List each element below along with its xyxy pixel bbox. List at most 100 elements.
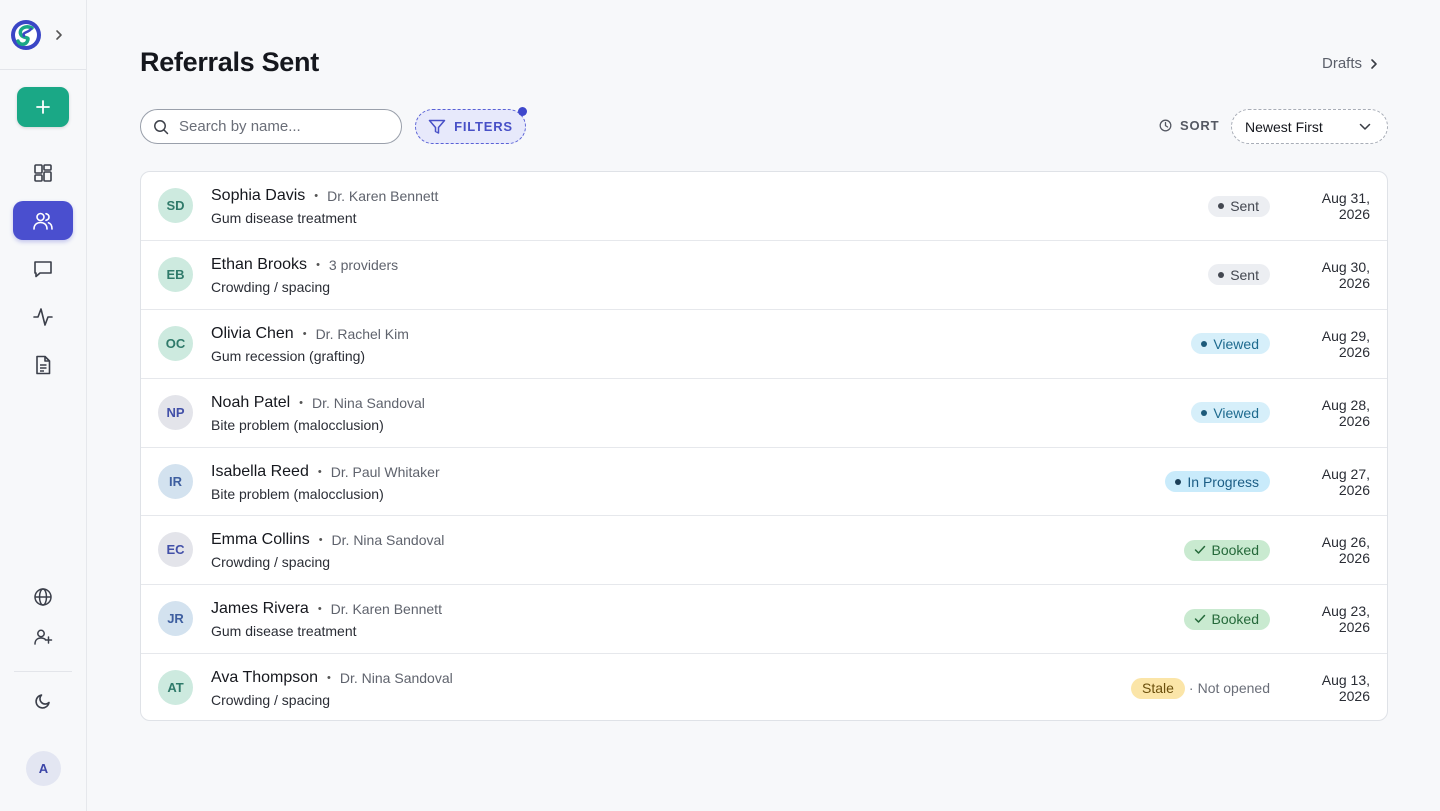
referral-reason: Bite problem (malocclusion) bbox=[211, 416, 384, 433]
referral-row[interactable]: AT Ava Thompson • Dr. Nina Sandoval Crow… bbox=[141, 654, 1387, 720]
status-note-separator: · bbox=[1188, 680, 1194, 697]
expand-sidebar-icon[interactable] bbox=[52, 27, 66, 43]
referral-row[interactable]: EC Emma Collins • Dr. Nina Sandoval Crow… bbox=[141, 516, 1387, 586]
sort-label-text: SORT bbox=[1180, 118, 1220, 133]
separator-dot: • bbox=[318, 534, 323, 547]
check-icon bbox=[1194, 546, 1205, 555]
referral-reason: Crowding / spacing bbox=[211, 554, 331, 571]
patient-avatar: JR bbox=[158, 601, 193, 637]
status-label: Booked bbox=[1211, 542, 1259, 559]
referral-reason: Crowding / spacing bbox=[211, 278, 331, 295]
page-title: Referrals Sent bbox=[140, 47, 319, 77]
provider-name: Dr. Rachel Kim bbox=[315, 325, 409, 342]
filter-icon bbox=[428, 119, 446, 134]
status-badge: Viewed bbox=[1191, 402, 1270, 424]
moon-icon bbox=[35, 693, 50, 709]
referral-reason: Gum disease treatment bbox=[211, 210, 357, 226]
users-icon bbox=[33, 212, 53, 230]
nav-documents[interactable] bbox=[13, 345, 73, 384]
dashboard-icon bbox=[34, 163, 52, 182]
row-meta: Viewed Aug 29, 2026 bbox=[1191, 310, 1370, 378]
row-meta: In Progress Aug 27, 2026 bbox=[1165, 448, 1370, 516]
status-dot bbox=[1201, 340, 1208, 347]
separator-dot: • bbox=[316, 258, 320, 271]
referral-row[interactable]: IR Isabella Reed • Dr. Paul Whitaker Bit… bbox=[141, 448, 1387, 517]
status-badge: Booked bbox=[1183, 608, 1270, 630]
row-meta: Booked Aug 26, 2026 bbox=[1183, 516, 1370, 584]
nav-referrals[interactable] bbox=[13, 201, 73, 240]
sort-select[interactable]: Newest First bbox=[1231, 109, 1388, 144]
referral-reason: Bite problem (malocclusion) bbox=[211, 485, 384, 502]
patient-name: Sophia Davis bbox=[211, 187, 306, 204]
sidebar-divider bbox=[0, 69, 86, 70]
filters-button[interactable]: FILTERS bbox=[415, 109, 526, 144]
status-label: In Progress bbox=[1187, 473, 1259, 490]
status-badge: Sent bbox=[1208, 195, 1270, 217]
referral-date: Aug 29, 2026 bbox=[1321, 327, 1370, 360]
status-note: Not opened bbox=[1197, 680, 1270, 697]
provider-name: Dr. Karen Bennett bbox=[327, 188, 439, 204]
patient-avatar: NP bbox=[158, 394, 193, 430]
referral-reason: Crowding / spacing bbox=[211, 692, 331, 709]
patient-line: Emma Collins • Dr. Nina Sandoval bbox=[211, 531, 444, 549]
search-box[interactable] bbox=[140, 109, 402, 144]
referral-date: Aug 13, 2026 bbox=[1321, 672, 1370, 705]
referrals-list: SD Sophia Davis • Dr. Karen Bennett Gum … bbox=[140, 171, 1388, 721]
referral-row[interactable]: JR James Rivera • Dr. Karen Bennett Gum … bbox=[141, 585, 1387, 655]
referral-reason: Gum recession (grafting) bbox=[211, 347, 366, 364]
status-badge: Sent bbox=[1208, 264, 1270, 286]
status-label: Sent bbox=[1230, 198, 1259, 214]
sidebar-divider bbox=[14, 671, 72, 672]
referral-reason: Gum disease treatment bbox=[211, 623, 357, 640]
row-meta: Viewed Aug 28, 2026 bbox=[1191, 379, 1370, 447]
patient-avatar: EB bbox=[158, 256, 193, 292]
row-meta: Stale · Not opened Aug 13, 2026 bbox=[1131, 654, 1370, 720]
drafts-link[interactable]: Drafts bbox=[1322, 55, 1380, 72]
search-input[interactable] bbox=[179, 118, 379, 135]
referral-date: Aug 23, 2026 bbox=[1321, 603, 1370, 636]
status-label: Sent bbox=[1230, 266, 1259, 283]
patient-name: Noah Patel bbox=[211, 393, 291, 411]
activity-icon bbox=[33, 307, 53, 326]
referral-row[interactable]: NP Noah Patel • Dr. Nina Sandoval Bite p… bbox=[141, 379, 1387, 448]
clock-icon bbox=[1159, 119, 1172, 132]
nav-invite-user[interactable] bbox=[13, 617, 73, 656]
nav-dark-mode[interactable] bbox=[13, 681, 73, 720]
patient-name: Olivia Chen bbox=[211, 324, 294, 342]
patient-line: Isabella Reed • Dr. Paul Whitaker bbox=[211, 463, 440, 481]
active-filter-indicator bbox=[518, 107, 527, 116]
patient-line: James Rivera • Dr. Karen Bennett bbox=[211, 600, 442, 618]
nav-messages[interactable] bbox=[13, 249, 73, 288]
app-logo[interactable] bbox=[10, 19, 42, 51]
status-badge: In Progress bbox=[1165, 471, 1270, 493]
sidebar: A bbox=[0, 0, 87, 811]
message-icon bbox=[34, 260, 52, 277]
separator-dot: • bbox=[327, 672, 331, 685]
separator-dot: • bbox=[302, 327, 307, 340]
new-referral-button[interactable] bbox=[17, 87, 69, 127]
status-group: Stale · Not opened bbox=[1131, 677, 1270, 699]
referral-row[interactable]: SD Sophia Davis • Dr. Karen Bennett Gum … bbox=[141, 172, 1387, 241]
user-avatar[interactable]: A bbox=[26, 751, 61, 786]
sort-label: SORT bbox=[1159, 118, 1219, 133]
chevron-right-icon bbox=[1371, 58, 1377, 69]
patient-avatar: AT bbox=[158, 670, 193, 706]
nav-activity[interactable] bbox=[13, 297, 73, 336]
patient-name: Ava Thompson bbox=[211, 669, 319, 687]
nav-language[interactable] bbox=[13, 577, 73, 616]
status-dot bbox=[1218, 271, 1225, 278]
provider-name: Dr. Paul Whitaker bbox=[330, 463, 440, 480]
status-badge: Booked bbox=[1183, 539, 1270, 561]
referral-row[interactable]: OC Olivia Chen • Dr. Rachel Kim Gum rece… bbox=[141, 310, 1387, 379]
referral-row[interactable]: EB Ethan Brooks • 3 providers Crowding /… bbox=[141, 241, 1387, 310]
patient-avatar: IR bbox=[158, 463, 193, 499]
status-dot bbox=[1218, 203, 1225, 209]
search-icon bbox=[154, 119, 169, 134]
patient-line: Olivia Chen • Dr. Rachel Kim bbox=[211, 325, 409, 343]
nav-dashboard[interactable] bbox=[13, 153, 73, 192]
patient-line: Noah Patel • Dr. Nina Sandoval bbox=[211, 394, 425, 412]
sort-value: Newest First bbox=[1245, 118, 1323, 135]
provider-name: Dr. Karen Bennett bbox=[330, 601, 442, 618]
globe-icon bbox=[34, 587, 52, 606]
separator-dot: • bbox=[317, 603, 322, 616]
